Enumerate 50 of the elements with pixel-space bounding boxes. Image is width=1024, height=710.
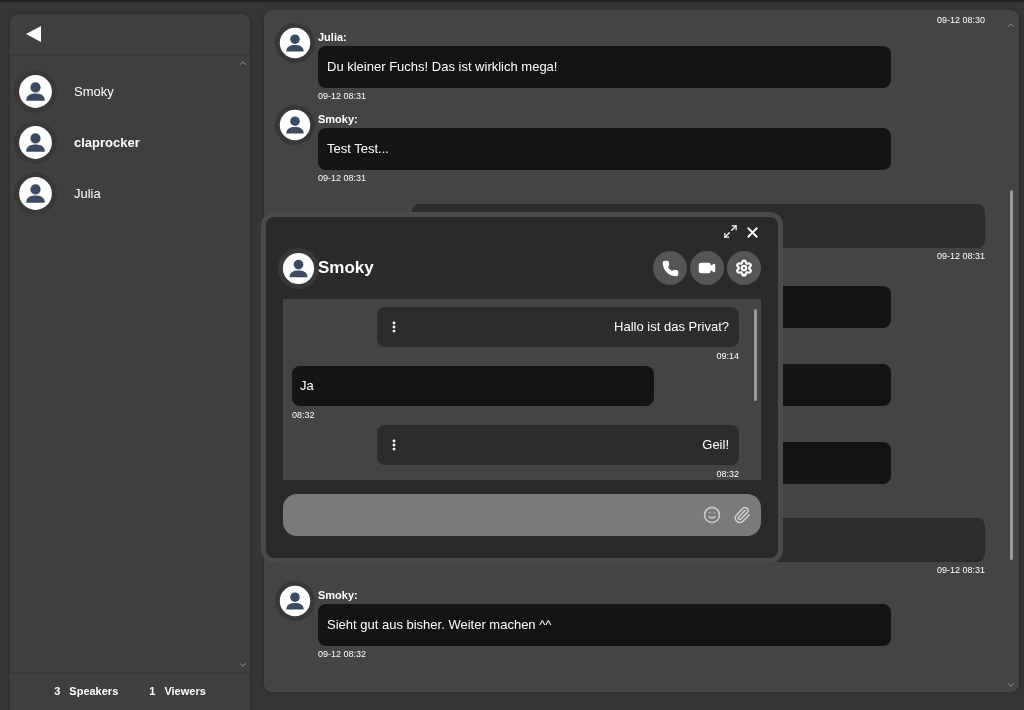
- message-input[interactable]: [283, 494, 761, 536]
- message-time: 08:32: [292, 409, 315, 421]
- message-time: 09-12 08:32: [318, 648, 368, 660]
- emoji-icon[interactable]: [703, 506, 721, 524]
- paperclip-icon[interactable]: [733, 506, 751, 524]
- message-text: Ja: [300, 377, 314, 396]
- contact-item[interactable]: Julia: [10, 168, 250, 219]
- message-time: 08:32: [716, 468, 739, 480]
- scroll-up-icon[interactable]: [238, 58, 248, 68]
- scrollbar[interactable]: [1010, 190, 1013, 560]
- message-text: Du kleiner Fuchs! Das ist wirklich mega!: [327, 58, 558, 77]
- call-button[interactable]: [653, 251, 687, 285]
- video-call-button[interactable]: [690, 251, 724, 285]
- phone-icon: [661, 259, 679, 277]
- back-arrow-icon[interactable]: [26, 26, 41, 42]
- speakers-label: Speakers: [69, 683, 119, 699]
- avatar-icon: [275, 105, 315, 145]
- author-name: Smoky:: [318, 588, 359, 602]
- avatar-icon: [275, 23, 315, 63]
- message-time: 09-12 08:31: [318, 90, 368, 102]
- close-icon[interactable]: [744, 224, 761, 241]
- author-name: Smoky:: [318, 112, 359, 126]
- speakers-count: 3: [54, 683, 61, 699]
- gear-icon: [735, 259, 753, 277]
- message-text: Hallo ist das Privat?: [614, 318, 729, 337]
- message-time: 09-12 08:31: [936, 250, 985, 262]
- avatar-icon: [14, 121, 57, 164]
- message-time: 09-12 08:30: [936, 14, 985, 26]
- message-time: 09:14: [716, 350, 739, 362]
- scroll-down-icon[interactable]: [1006, 680, 1016, 690]
- scroll-down-icon[interactable]: [238, 660, 248, 670]
- avatar-icon: [14, 70, 57, 113]
- scrollbar[interactable]: [754, 309, 757, 401]
- viewers-label: Viewers: [164, 683, 206, 699]
- contact-item[interactable]: Smoky: [10, 66, 250, 117]
- settings-button[interactable]: [727, 251, 761, 285]
- message-text: Sieht gut aus bisher. Weiter machen ^^: [327, 616, 552, 635]
- message-time: 09-12 08:31: [318, 172, 368, 184]
- viewers-count: 1: [149, 683, 156, 699]
- contact-name: Smoky: [318, 257, 374, 280]
- expand-icon[interactable]: [723, 224, 738, 239]
- scroll-up-icon[interactable]: [1006, 20, 1016, 30]
- avatar-icon: [14, 172, 57, 215]
- message-text: Geil!: [702, 436, 729, 455]
- avatar-icon: [278, 247, 319, 289]
- contact-item[interactable]: claprocker: [10, 117, 250, 168]
- message-text: Test Test...: [327, 140, 389, 159]
- message-time: 09-12 08:31: [936, 564, 985, 576]
- avatar-icon: [275, 581, 315, 621]
- author-name: Julia:: [318, 30, 348, 44]
